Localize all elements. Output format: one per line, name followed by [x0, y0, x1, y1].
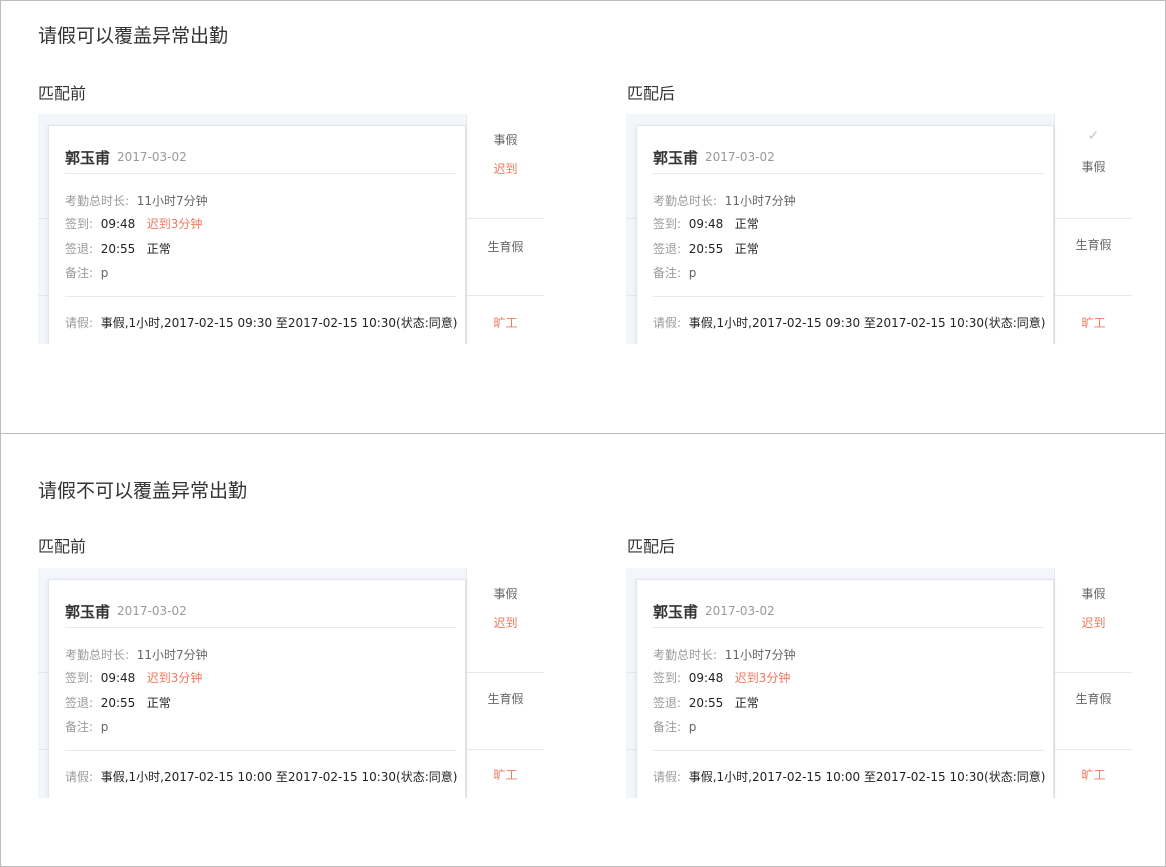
attendance-popover-card: 郭玉甫 2017-03-02 考勤总时长: 11小时7分钟 签到: 09:48 …: [636, 125, 1054, 344]
signin-row: 签到: 09:48 迟到3分钟: [65, 217, 203, 231]
leave-type-label[interactable]: 事假: [467, 585, 544, 602]
signout-status: 正常: [146, 696, 171, 710]
attendance-date: 2017-03-02: [117, 150, 187, 164]
signin-status: 正常: [734, 217, 759, 231]
panel-title-after: 匹配后: [627, 537, 676, 556]
employee-name: 郭玉甫: [65, 603, 111, 621]
absent-label[interactable]: 旷工: [467, 766, 544, 783]
signin-row: 签到: 09:48 迟到3分钟: [65, 671, 203, 685]
attendance-popover-card: 郭玉甫 2017-03-02 考勤总时长: 11小时7分钟 签到: 09:48 …: [636, 579, 1054, 798]
section-leave-not-overrides: 请假不可以覆盖异常出勤 匹配前 匹配后 事假 迟到 生育假 旷工 郭玉甫 201…: [0, 433, 1166, 867]
section-leave-overrides: 请假可以覆盖异常出勤 匹配前 匹配后 事假 迟到 生育假 旷工 郭玉甫 2017…: [0, 0, 1166, 434]
leave-type-label[interactable]: 事假: [467, 131, 544, 148]
duration-row: 考勤总时长: 11小时7分钟: [653, 648, 796, 662]
duration-row: 考勤总时长: 11小时7分钟: [653, 194, 796, 208]
signout-time: 20:55: [100, 242, 136, 256]
attendance-date: 2017-03-02: [705, 150, 775, 164]
maternity-leave-label[interactable]: 生育假: [1055, 690, 1132, 707]
signin-time: 09:48: [688, 671, 724, 685]
leave-row: 请假: 事假,1小时,2017-02-15 09:30 至2017-02-15 …: [653, 316, 1046, 330]
attendance-date: 2017-03-02: [705, 604, 775, 618]
signout-row: 签退: 20:55 正常: [65, 242, 171, 256]
signin-row: 签到: 09:48 正常: [653, 217, 759, 231]
calendar-day-column: 事假 迟到 生育假 旷工: [466, 568, 544, 798]
signin-row: 签到: 09:48 迟到3分钟: [653, 671, 791, 685]
leave-row: 请假: 事假,1小时,2017-02-15 10:00 至2017-02-15 …: [65, 770, 458, 784]
divider: [653, 750, 1044, 751]
attendance-popover-card: 郭玉甫 2017-03-02 考勤总时长: 11小时7分钟 签到: 09:48 …: [48, 579, 466, 798]
leave-type-label[interactable]: 事假: [1055, 585, 1132, 602]
section-title: 请假可以覆盖异常出勤: [38, 25, 229, 47]
employee-name: 郭玉甫: [653, 603, 699, 621]
signout-status: 正常: [734, 696, 759, 710]
attendance-panel-after: 事假 迟到 生育假 旷工 郭玉甫 2017-03-02 考勤总时长: 11小时7…: [626, 568, 1132, 798]
signin-time: 09:48: [100, 217, 136, 231]
divider: [653, 173, 1044, 174]
signin-time: 09:48: [688, 217, 724, 231]
attendance-date: 2017-03-02: [117, 604, 187, 618]
note-row: 备注: p: [65, 266, 109, 280]
signin-time: 09:48: [100, 671, 136, 685]
signin-status: 迟到3分钟: [146, 671, 203, 685]
divider: [653, 627, 1044, 628]
absent-label[interactable]: 旷工: [1055, 766, 1132, 783]
maternity-leave-label[interactable]: 生育假: [467, 690, 544, 707]
employee-name: 郭玉甫: [65, 149, 111, 167]
late-status-label[interactable]: 迟到: [467, 614, 544, 631]
check-icon: ✓: [1087, 128, 1100, 144]
leave-detail: 事假,1小时,2017-02-15 10:00 至2017-02-15 10:3…: [100, 770, 458, 784]
calendar-day-column: 事假 迟到 生育假 旷工: [1054, 568, 1132, 798]
attendance-panel-after: ✓ 事假 生育假 旷工 郭玉甫 2017-03-02 考勤总时长: 11小时7分…: [626, 114, 1132, 344]
attendance-panel-before: 事假 迟到 生育假 旷工 郭玉甫 2017-03-02 考勤总时长: 11小时7…: [38, 568, 544, 798]
maternity-leave-label[interactable]: 生育假: [467, 238, 544, 255]
duration-row: 考勤总时长: 11小时7分钟: [65, 648, 208, 662]
leave-detail: 事假,1小时,2017-02-15 10:00 至2017-02-15 10:3…: [688, 770, 1046, 784]
calendar-day-column: ✓ 事假 生育假 旷工: [1054, 114, 1132, 344]
attendance-popover-card: 郭玉甫 2017-03-02 考勤总时长: 11小时7分钟 签到: 09:48 …: [48, 125, 466, 344]
panel-title-before: 匹配前: [38, 537, 87, 556]
late-status-label[interactable]: 迟到: [467, 160, 544, 177]
absent-label[interactable]: 旷工: [467, 314, 544, 331]
duration-row: 考勤总时长: 11小时7分钟: [65, 194, 208, 208]
section-title: 请假不可以覆盖异常出勤: [38, 480, 248, 502]
leave-row: 请假: 事假,1小时,2017-02-15 10:00 至2017-02-15 …: [653, 770, 1046, 784]
signout-time: 20:55: [100, 696, 136, 710]
leave-detail: 事假,1小时,2017-02-15 09:30 至2017-02-15 10:3…: [100, 316, 458, 330]
signout-status: 正常: [734, 242, 759, 256]
signout-row: 签退: 20:55 正常: [653, 696, 759, 710]
signout-status: 正常: [146, 242, 171, 256]
calendar-day-column: 事假 迟到 生育假 旷工: [466, 114, 544, 344]
late-status-label[interactable]: 迟到: [1055, 614, 1132, 631]
panel-title-before: 匹配前: [38, 84, 87, 103]
note-row: 备注: p: [65, 720, 109, 734]
divider: [65, 173, 456, 174]
signout-time: 20:55: [688, 696, 724, 710]
maternity-leave-label[interactable]: 生育假: [1055, 236, 1132, 253]
divider: [653, 296, 1044, 297]
employee-name: 郭玉甫: [653, 149, 699, 167]
divider: [65, 750, 456, 751]
absent-label[interactable]: 旷工: [1055, 314, 1132, 331]
leave-type-label[interactable]: 事假: [1055, 158, 1132, 175]
attendance-panel-before: 事假 迟到 生育假 旷工 郭玉甫 2017-03-02 考勤总时长: 11小时7…: [38, 114, 544, 344]
signout-row: 签退: 20:55 正常: [653, 242, 759, 256]
note-row: 备注: p: [653, 720, 697, 734]
note-row: 备注: p: [653, 266, 697, 280]
signout-row: 签退: 20:55 正常: [65, 696, 171, 710]
signout-time: 20:55: [688, 242, 724, 256]
divider: [65, 627, 456, 628]
divider: [65, 296, 456, 297]
leave-detail: 事假,1小时,2017-02-15 09:30 至2017-02-15 10:3…: [688, 316, 1046, 330]
panel-title-after: 匹配后: [627, 84, 676, 103]
leave-row: 请假: 事假,1小时,2017-02-15 09:30 至2017-02-15 …: [65, 316, 458, 330]
signin-status: 迟到3分钟: [734, 671, 791, 685]
signin-status: 迟到3分钟: [146, 217, 203, 231]
